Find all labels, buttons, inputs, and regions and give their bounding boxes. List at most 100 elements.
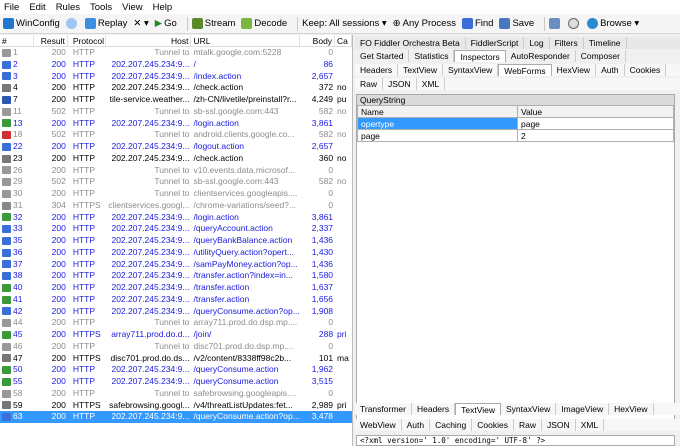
table-row[interactable]: page 2 [357, 129, 674, 142]
tab-imageview[interactable]: ImageView [556, 403, 610, 415]
session-row[interactable]: 44 200 HTTP Tunnel to array711.prod.do.dsp.m… [0, 317, 352, 329]
tab-webforms[interactable]: WebForms [498, 64, 552, 76]
tab-cookies[interactable]: Cookies [472, 419, 514, 431]
session-row[interactable]: 29 502 HTTP Tunnel to sb-ssl.google.com:443 5… [0, 176, 352, 188]
tab-statistics[interactable]: Statistics [409, 50, 455, 62]
response-textview[interactable]: <?xml version=' 1.0' encoding=' UTF-8' ?… [356, 435, 675, 446]
session-number-text: 3 [13, 70, 18, 81]
session-row[interactable]: 7 200 HTTP tile-service.weather.../zh-CN/li… [0, 94, 352, 106]
session-url: sb-ssl.google.com:443 [191, 176, 300, 188]
browse-button[interactable]: Browse ▾ [587, 18, 639, 29]
session-row[interactable]: 11 502 HTTP Tunnel to sb-ssl.google.com:443 5… [0, 106, 352, 118]
session-row[interactable]: 26 200 HTTP Tunnel to v10.events.data.micros… [0, 165, 352, 177]
tab-xml[interactable]: XML [417, 78, 446, 90]
any-process-button[interactable]: ⊕ Any Process [393, 18, 456, 29]
keep-sessions-dropdown[interactable]: Keep: All sessions ▾ [302, 18, 387, 29]
tab-composer[interactable]: Composer [576, 50, 626, 62]
remove-button[interactable]: ✕ ▾ [133, 18, 148, 29]
session-row[interactable]: 31 304 HTTPS clientservices.googl.../chrome… [0, 200, 352, 212]
tab-auth[interactable]: Auth [402, 419, 431, 431]
session-row[interactable]: 22 200 HTTP 202.207.245.234:9.../logout.act… [0, 141, 352, 153]
tab-autoresponder[interactable]: AutoResponder [506, 50, 576, 62]
session-row[interactable]: 13 200 HTTP 202.207.245.234:9.../login.acti… [0, 118, 352, 130]
tab-transformer[interactable]: Transformer [355, 403, 412, 415]
session-row[interactable]: 50 200 HTTP 202.207.245.234:9.../queryConsu… [0, 364, 352, 376]
save-button[interactable]: Save [499, 18, 534, 29]
tab-raw[interactable]: Raw [514, 419, 543, 431]
timer-button[interactable] [568, 18, 581, 29]
tab-timeline[interactable]: Timeline [584, 37, 627, 49]
tab-caching[interactable]: Caching [430, 419, 473, 431]
col-caching[interactable]: Ca [335, 35, 353, 47]
tab-textview[interactable]: TextView [455, 403, 501, 415]
tab-log[interactable]: Log [524, 37, 550, 49]
winconfig-button[interactable]: WinConfig [3, 18, 60, 29]
tab-get-started[interactable]: Get Started [355, 50, 410, 62]
session-row[interactable]: 46 200 HTTP Tunnel to disc701.prod.do.dsp.mp… [0, 341, 352, 353]
col-url[interactable]: URL [191, 35, 301, 47]
replay-button[interactable]: Replay [84, 18, 127, 29]
session-row[interactable]: 1 200 HTTP Tunnel to mtalk.google.com:5228 0 [0, 47, 352, 59]
find-button[interactable]: Find [461, 18, 493, 29]
session-row[interactable]: 3 200 HTTP 202.207.245.234:9.../index.actio… [0, 71, 352, 83]
session-row[interactable]: 30 200 HTTP Tunnel to clientservices.googlea… [0, 188, 352, 200]
go-button[interactable]: ▶ Go [155, 18, 177, 29]
screenshot-button[interactable] [549, 18, 562, 29]
tab-syntaxview[interactable]: SyntaxView [443, 64, 499, 76]
session-row[interactable]: 59 200 HTTPS safebrowsing.googl.../v4/threa… [0, 400, 352, 412]
session-row[interactable]: 32 200 HTTP 202.207.245.234:9.../login.acti… [0, 212, 352, 224]
session-row[interactable]: 33 200 HTTP 202.207.245.234:9.../queryAccou… [0, 223, 352, 235]
tab-json[interactable]: JSON [383, 78, 417, 90]
col-number[interactable]: # [0, 35, 34, 47]
menu-item-file[interactable]: File [4, 2, 19, 13]
col-host[interactable]: Host [106, 35, 192, 47]
tab-inspectors[interactable]: Inspectors [454, 50, 506, 62]
session-row[interactable]: 4 200 HTTP 202.207.245.234:9.../check.actio… [0, 82, 352, 94]
tab-raw[interactable]: Raw [355, 78, 384, 90]
tab-filters[interactable]: Filters [550, 37, 584, 49]
session-row[interactable]: 41 200 HTTP 202.207.245.234:9.../transfer.a… [0, 294, 352, 306]
menu-item-rules[interactable]: Rules [56, 2, 80, 13]
tab-cookies[interactable]: Cookies [625, 64, 667, 76]
tab-hexview[interactable]: HexView [609, 403, 654, 415]
session-url-text: /utilityQuery.action?opert... [193, 246, 294, 257]
stream-button[interactable]: Stream [191, 18, 235, 29]
session-row[interactable]: 58 200 HTTP Tunnel to safebrowsing.googleapi… [0, 388, 352, 400]
session-row[interactable]: 63 200 HTTP 202.207.245.234:9.../queryConsu… [0, 411, 352, 423]
tab-textview[interactable]: TextView [398, 64, 443, 76]
session-row[interactable]: 2 200 HTTP 202.207.245.234:9.../ 86 [0, 59, 352, 71]
tab-fo-fiddler-orchestra-beta[interactable]: FO Fiddler Orchestra Beta [355, 37, 466, 49]
col-result[interactable]: Result [34, 35, 68, 47]
table-row[interactable]: opertype page [357, 117, 674, 130]
session-row[interactable]: 23 200 HTTP 202.207.245.234:9.../check.acti… [0, 153, 352, 165]
session-row[interactable]: 45 200 HTTPS array711.prod.do.d.../join/288… [0, 329, 352, 341]
session-row[interactable]: 18 502 HTTP Tunnel to android.clients.google… [0, 129, 352, 141]
col-protocol[interactable]: Protocol [68, 35, 106, 47]
comment-button[interactable] [65, 18, 79, 29]
tab-headers[interactable]: Headers [412, 403, 456, 415]
tab-hexview[interactable]: HexView [552, 64, 597, 76]
decode-button[interactable]: Decode [241, 18, 287, 29]
menu-item-edit[interactable]: Edit [29, 2, 45, 13]
tab-xml[interactable]: XML [576, 419, 605, 431]
col-body[interactable]: Body [300, 35, 336, 47]
tab-webview[interactable]: WebView [355, 419, 402, 431]
session-protocol-text: HTTP [72, 176, 96, 187]
tab-headers[interactable]: Headers [355, 64, 399, 76]
session-row[interactable]: 55 200 HTTP 202.207.245.234:9.../queryConsu… [0, 376, 352, 388]
session-row[interactable]: 42 200 HTTP 202.207.245.234:9.../queryConsu… [0, 306, 352, 318]
session-row[interactable]: 40 200 HTTP 202.207.245.234:9.../transfer.a… [0, 282, 352, 294]
session-body: 101 [300, 353, 335, 365]
tab-auth[interactable]: Auth [596, 64, 625, 76]
session-row[interactable]: 47 200 HTTPS disc701.prod.do.ds.../v2/conte… [0, 353, 352, 365]
menu-item-help[interactable]: Help [153, 2, 173, 13]
session-row[interactable]: 37 200 HTTP 202.207.245.234:9.../samPayMone… [0, 259, 352, 271]
session-row[interactable]: 36 200 HTTP 202.207.245.234:9.../utilityQue… [0, 247, 352, 259]
menu-item-view[interactable]: View [122, 2, 142, 13]
tab-syntaxview[interactable]: SyntaxView [501, 403, 557, 415]
menu-item-tools[interactable]: Tools [90, 2, 112, 13]
session-row[interactable]: 38 200 HTTP 202.207.245.234:9.../transfer.a… [0, 270, 352, 282]
session-row[interactable]: 35 200 HTTP 202.207.245.234:9.../queryBankB… [0, 235, 352, 247]
tab-json[interactable]: JSON [542, 419, 576, 431]
tab-fiddlerscript[interactable]: FiddlerScript [466, 37, 525, 49]
